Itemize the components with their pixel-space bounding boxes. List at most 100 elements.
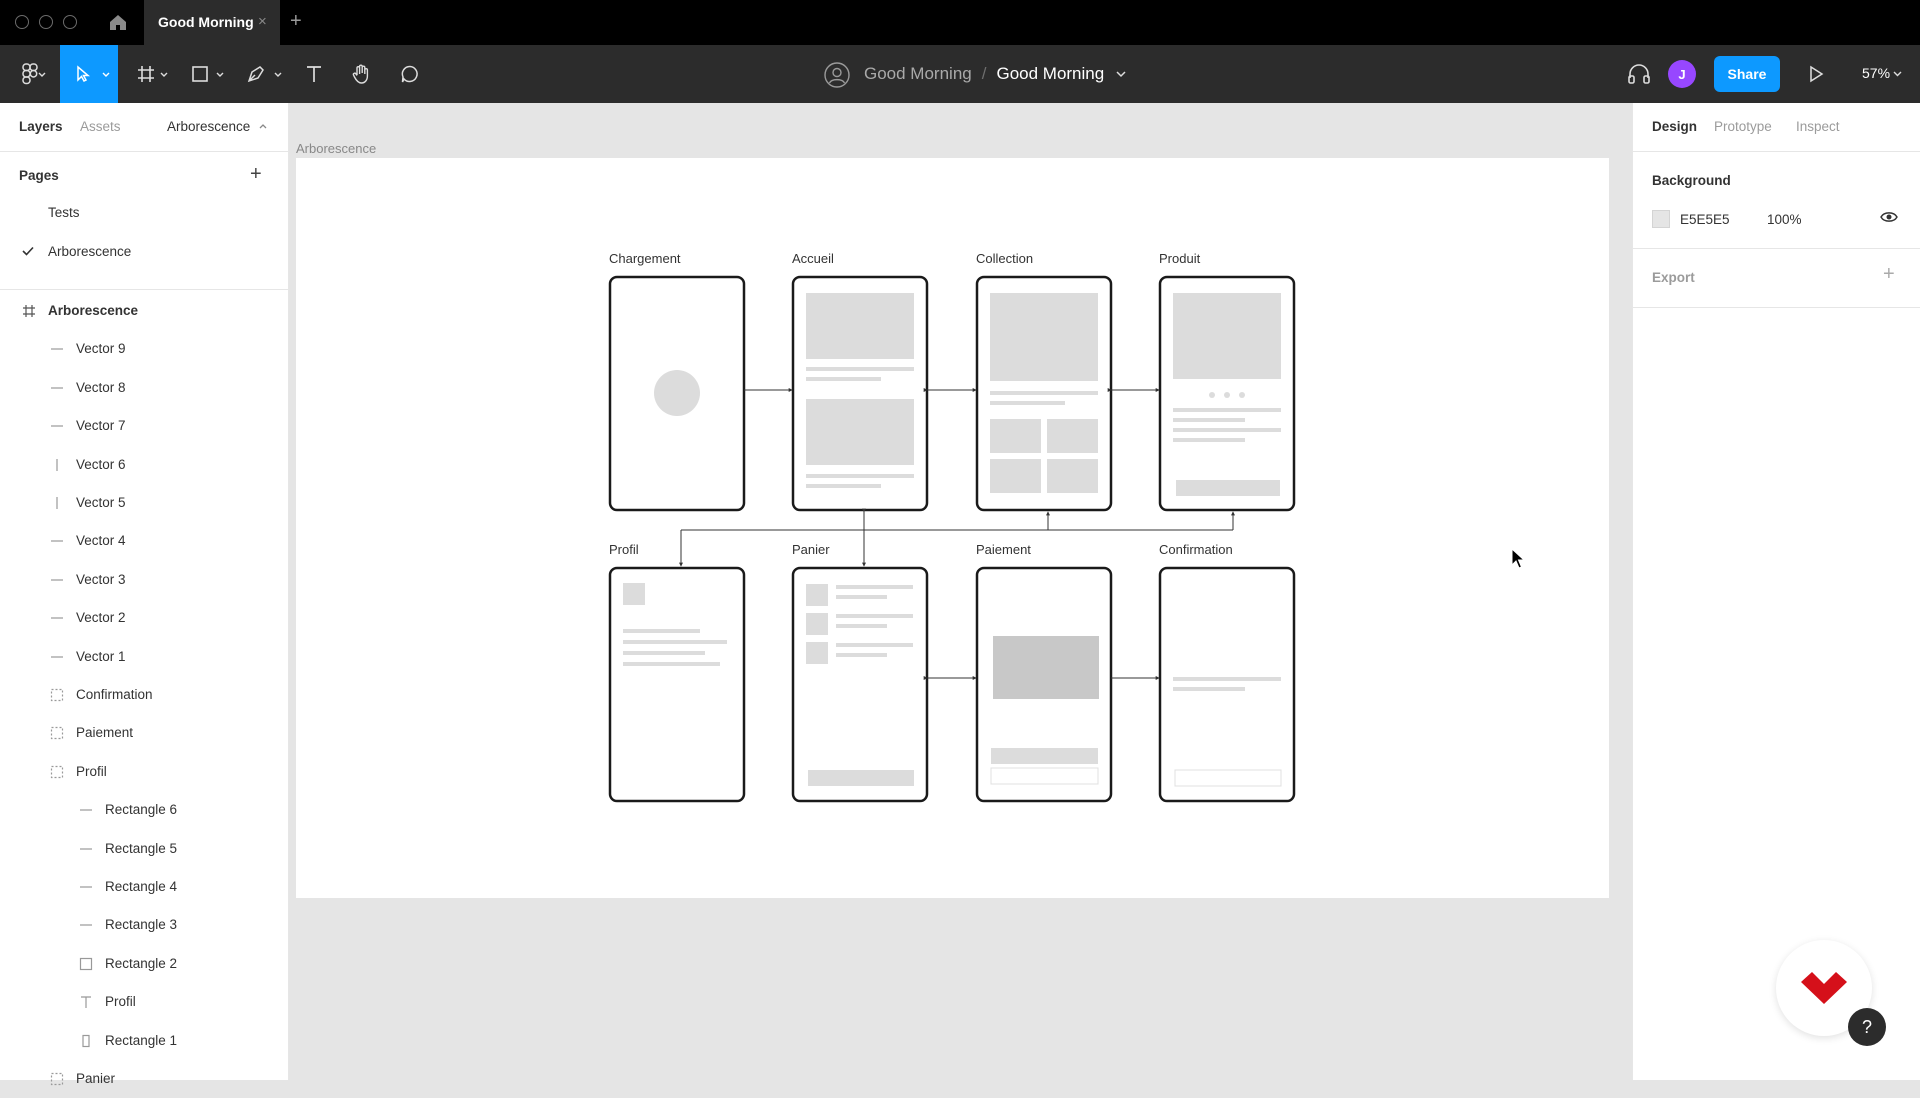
tab-assets[interactable]: Assets — [80, 119, 121, 134]
group-icon — [50, 688, 64, 702]
group-icon — [50, 765, 64, 779]
shape-tool-button[interactable] — [182, 45, 218, 103]
hand-icon — [352, 64, 369, 84]
layer-item[interactable]: Panier — [0, 1060, 289, 1098]
layer-item[interactable]: Confirmation — [0, 676, 289, 714]
layer-label: Rectangle 5 — [105, 840, 178, 856]
zoom-level[interactable]: 57% — [1862, 65, 1890, 81]
add-page-button[interactable]: + — [250, 163, 262, 186]
eye-icon[interactable] — [1880, 210, 1898, 224]
layer-label: Vector 1 — [76, 648, 126, 664]
window-minimize-button[interactable] — [39, 15, 53, 29]
breadcrumb-file[interactable]: Good Morning — [996, 64, 1104, 84]
layer-item[interactable]: Vector 9 — [0, 330, 289, 368]
layer-item[interactable]: Rectangle 6 — [0, 791, 289, 829]
layer-item[interactable]: Profil — [0, 983, 289, 1021]
line-h-icon — [50, 611, 64, 625]
avatar[interactable]: J — [1668, 60, 1696, 88]
background-hex-input[interactable]: E5E5E5 — [1680, 212, 1730, 227]
chevron-down-icon — [38, 72, 46, 77]
wireframe-diagram: Chargement Accueil Collection Produit Pr… — [608, 251, 1296, 803]
layer-item[interactable]: Vector 8 — [0, 369, 289, 407]
layer-label: Rectangle 1 — [105, 1032, 178, 1048]
line-h-icon — [79, 880, 93, 894]
layer-item[interactable]: Vector 3 — [0, 561, 289, 599]
headphones-icon[interactable] — [1627, 63, 1651, 85]
chevron-down-icon[interactable] — [1116, 70, 1126, 78]
close-tab-icon[interactable]: × — [258, 13, 267, 30]
line-h-icon — [50, 650, 64, 664]
layer-label: Rectangle 6 — [105, 802, 178, 818]
line-h-icon — [50, 381, 64, 395]
brand-logo-icon — [1801, 972, 1847, 1004]
layer-item[interactable]: Vector 1 — [0, 638, 289, 676]
chevron-down-icon — [274, 72, 282, 77]
layer-item[interactable]: Rectangle 3 — [0, 906, 289, 944]
tab-inspect[interactable]: Inspect — [1796, 119, 1840, 134]
layer-item[interactable]: Vector 5 — [0, 484, 289, 522]
layer-item[interactable]: Profil — [0, 753, 289, 791]
layer-label: Profil — [76, 763, 107, 779]
layer-item[interactable]: Rectangle 2 — [0, 945, 289, 983]
tab-layers[interactable]: Layers — [19, 119, 63, 134]
breadcrumb-team[interactable]: Good Morning — [864, 64, 972, 84]
chevron-down-icon — [102, 72, 110, 77]
share-button[interactable]: Share — [1714, 56, 1780, 92]
chevron-up-icon[interactable] — [259, 123, 267, 129]
layer-label: Paiement — [76, 725, 134, 741]
hand-tool-button[interactable] — [344, 45, 380, 103]
layer-item[interactable]: Rectangle 5 — [0, 830, 289, 868]
layer-item[interactable]: Arborescence — [0, 292, 289, 330]
tab-prototype[interactable]: Prototype — [1714, 119, 1772, 134]
layer-item[interactable]: Vector 6 — [0, 446, 289, 484]
comment-tool-button[interactable] — [392, 45, 428, 103]
line-v-icon — [50, 458, 64, 472]
chevron-down-icon[interactable] — [1893, 71, 1902, 77]
page-selector[interactable]: Arborescence — [167, 119, 250, 134]
background-color-swatch[interactable] — [1652, 210, 1670, 228]
page-item-tests[interactable]: Tests — [48, 205, 80, 220]
frame-tool-button[interactable] — [128, 45, 164, 103]
tab-design[interactable]: Design — [1652, 119, 1697, 134]
layer-item[interactable]: Vector 7 — [0, 407, 289, 445]
new-tab-button[interactable]: + — [290, 10, 302, 33]
pen-tool-button[interactable] — [238, 45, 274, 103]
line-h-icon — [50, 342, 64, 356]
screen-title-accueil: Accueil — [792, 251, 834, 266]
layer-label: Profil — [105, 994, 136, 1010]
comment-icon — [401, 65, 418, 83]
layer-item[interactable]: Vector 2 — [0, 599, 289, 637]
rectangle-icon — [79, 957, 93, 971]
group-icon — [50, 1072, 64, 1086]
frame-label[interactable]: Arborescence — [296, 141, 376, 156]
play-icon[interactable] — [1808, 65, 1824, 83]
toolbar: Good Morning / Good Morning J Share 57% — [0, 45, 1920, 103]
mouse-cursor-icon — [1511, 548, 1526, 569]
help-button[interactable]: ? — [1848, 1008, 1886, 1046]
add-export-button[interactable]: + — [1883, 263, 1895, 286]
file-tab[interactable]: Good Morning × — [144, 0, 280, 45]
page-item-arborescence[interactable]: Arborescence — [48, 244, 131, 259]
layer-item[interactable]: Rectangle 4 — [0, 868, 289, 906]
text-icon — [79, 995, 93, 1009]
screen-confirmation — [1158, 566, 1296, 803]
screen-title-panier: Panier — [792, 542, 830, 557]
layer-label: Rectangle 2 — [105, 955, 178, 971]
check-icon — [22, 246, 34, 256]
layer-item[interactable]: Paiement — [0, 714, 289, 752]
layer-label: Vector 9 — [76, 341, 126, 357]
frame-icon — [138, 66, 154, 82]
rect-tall-icon — [79, 1034, 93, 1048]
background-opacity-input[interactable]: 100% — [1767, 212, 1802, 227]
screen-title-profil: Profil — [609, 542, 639, 557]
screen-title-chargement: Chargement — [609, 251, 681, 266]
window-close-button[interactable] — [15, 15, 29, 29]
layer-item[interactable]: Vector 4 — [0, 522, 289, 560]
window-maximize-button[interactable] — [63, 15, 77, 29]
home-icon[interactable] — [108, 12, 128, 32]
frame-arborescence[interactable]: Chargement Accueil Collection Produit Pr… — [296, 158, 1609, 898]
layer-item[interactable]: Rectangle 1 — [0, 1022, 289, 1060]
breadcrumb: Good Morning / Good Morning — [820, 45, 1126, 103]
team-icon — [824, 62, 850, 88]
text-tool-button[interactable] — [296, 45, 332, 103]
